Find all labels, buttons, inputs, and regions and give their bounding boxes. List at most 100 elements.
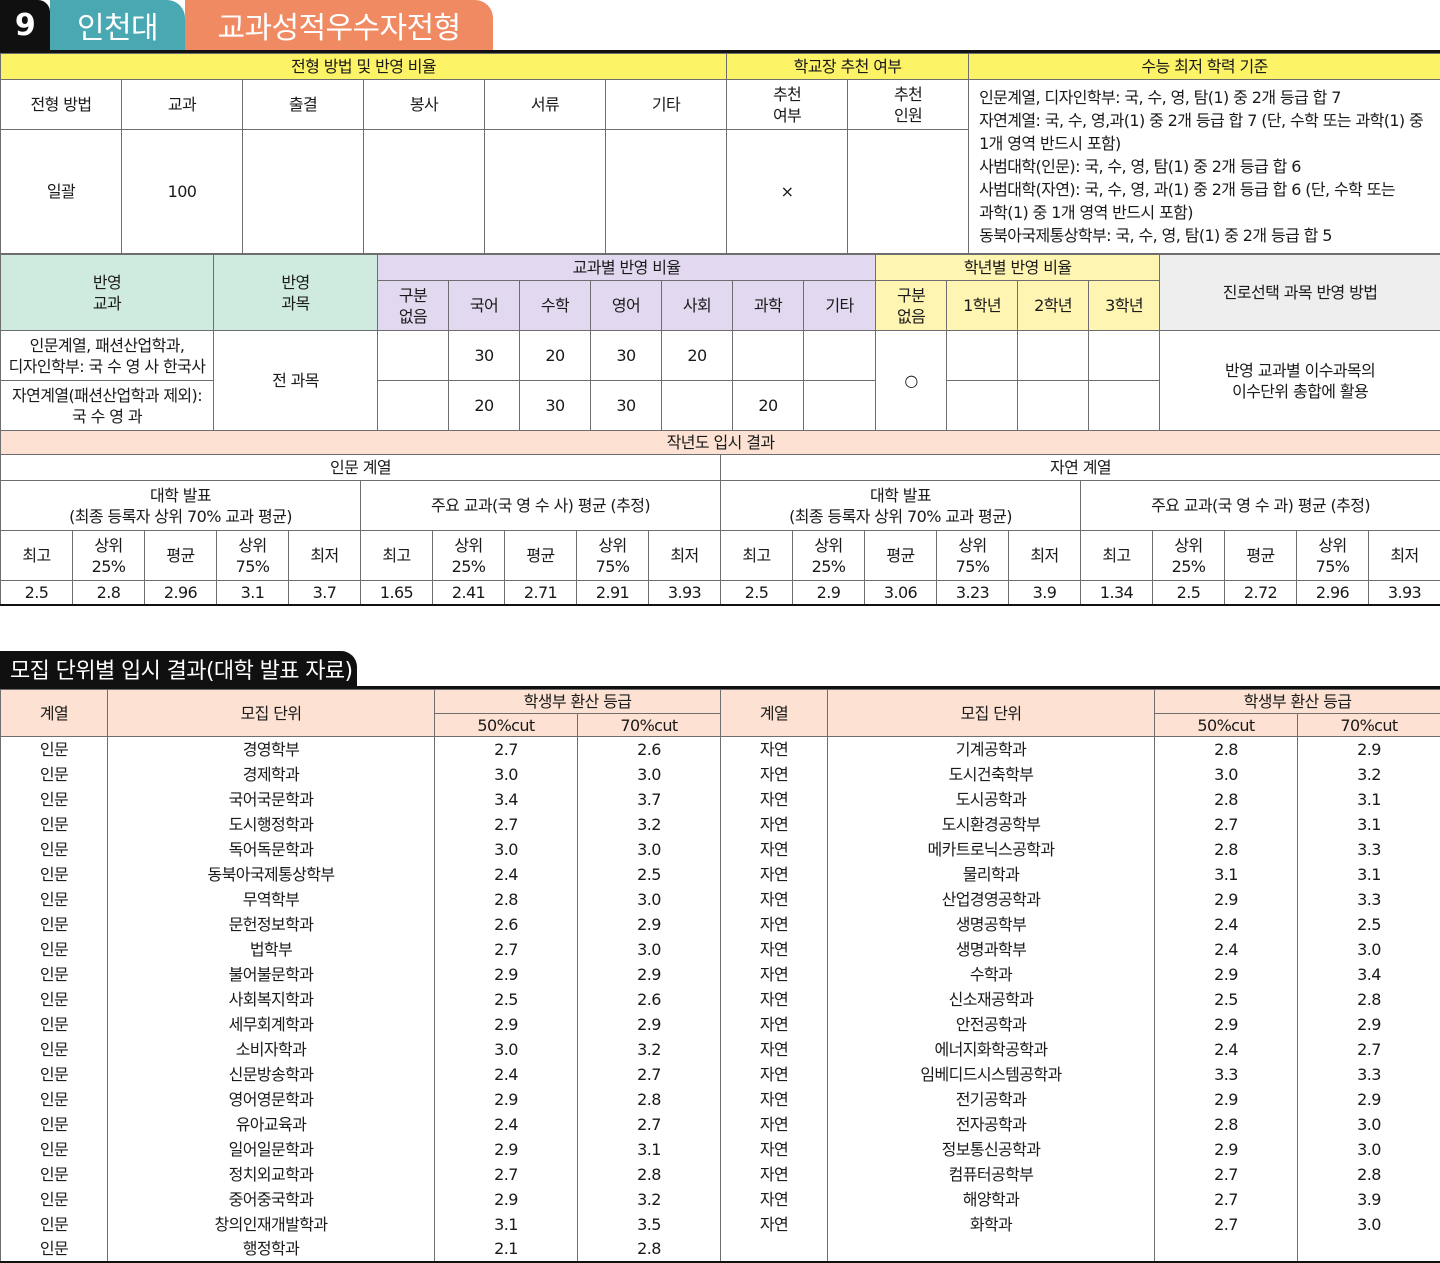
h-korean: 국어 — [448, 280, 520, 331]
unit-cell: 경영학부 — [107, 736, 435, 762]
table-row: 인문 국어국문학과 3.4 3.7 — [0, 786, 721, 812]
sci-main-avg: 주요 교과(국 영 수 과) 평균 (추정) — [1079, 480, 1440, 531]
table-row: 자연 생명과학부 2.4 3.0 — [720, 936, 1440, 962]
h-50cut: 50%cut — [434, 713, 578, 737]
stat-value: 3.23 — [936, 580, 1009, 606]
field-cell: 자연 — [720, 1211, 828, 1237]
hum-main-avg: 주요 교과(국 영 수 사) 평균 (추정) — [360, 480, 721, 531]
h-stat-min: 최저 — [648, 530, 721, 581]
table-row: 인문 세무회계학과 2.9 2.9 — [0, 1011, 721, 1037]
h-grade: 학생부 환산 등급 — [1154, 689, 1440, 714]
grade-cell — [1017, 330, 1090, 381]
unit-cell: 도시환경공학부 — [827, 811, 1155, 837]
cut70-cell: 3.0 — [577, 761, 721, 787]
cut70-cell: 2.9 — [577, 911, 721, 937]
cut70-cell: 3.4 — [1297, 961, 1440, 987]
cut50-cell: 2.4 — [1154, 936, 1298, 962]
h-grade-3: 3학년 — [1088, 280, 1161, 331]
method-group-header: 전형 방법 및 반영 비율 — [0, 53, 728, 80]
unit-cell: 법학부 — [107, 936, 435, 962]
h-stat-avg: 평균 — [504, 530, 577, 581]
cut70-cell: 3.1 — [1297, 786, 1440, 812]
table-row: 인문 일어일문학과 2.9 3.1 — [0, 1136, 721, 1162]
cut50-cell: 3.4 — [434, 786, 578, 812]
stat-value: 3.7 — [288, 580, 361, 606]
cut50-cell: 3.3 — [1154, 1061, 1298, 1087]
field-cell: 자연 — [720, 786, 828, 812]
unit-cell: 독어독문학과 — [107, 836, 435, 862]
table-row: 인문 유아교육과 2.4 2.7 — [0, 1111, 721, 1137]
unit-cell: 정치외교학과 — [107, 1161, 435, 1187]
cut70-cell: 3.2 — [1297, 761, 1440, 787]
stat-value: 2.41 — [432, 580, 505, 606]
cut50-cell: 2.7 — [434, 1161, 578, 1187]
csat-line: 사범대학(자연): 국, 수, 영, 과(1) 중 2개 등급 합 6 (단, … — [979, 180, 1396, 199]
field-cell: 자연 — [720, 1136, 828, 1162]
h-grade-2: 2학년 — [1017, 280, 1090, 331]
other-value — [604, 129, 728, 254]
stat-value: 2.71 — [504, 580, 577, 606]
cut70-cell: 3.3 — [1297, 886, 1440, 912]
h-field: 계열 — [720, 689, 828, 737]
cut50-cell: 2.9 — [434, 1086, 578, 1112]
col-subject: 교과 — [121, 79, 243, 130]
unit-cell: 문헌정보학과 — [107, 911, 435, 937]
unit-cell: 물리학과 — [827, 861, 1155, 887]
field-cell: 자연 — [720, 736, 828, 762]
cut70-cell: 3.1 — [577, 1136, 721, 1162]
reflect-table: 반영 교과 반영 과목 교과별 반영 비율 학년별 반영 비율 진로선택 과목 반영… — [0, 254, 1440, 431]
h-stat-top25: 상위 25% — [792, 530, 865, 581]
stat-value: 3.06 — [864, 580, 937, 606]
table-row: 자연 도시공학과 2.8 3.1 — [720, 786, 1440, 812]
field-cell: 인문 — [0, 736, 108, 762]
grade-cell — [1017, 380, 1090, 431]
stat-value: 2.91 — [576, 580, 649, 606]
cut70-cell: 2.6 — [577, 986, 721, 1012]
grade-none-mark: ○ — [875, 330, 948, 431]
field-cell: 인문 — [0, 861, 108, 887]
cut70-cell: 2.5 — [577, 861, 721, 887]
h-stat-top75: 상위 75% — [936, 530, 1009, 581]
field-cell: 인문 — [0, 836, 108, 862]
unit-cell: 에너지화학공학과 — [827, 1036, 1155, 1062]
field-cell: 자연 — [720, 1061, 828, 1087]
unit-cell: 전기공학과 — [827, 1086, 1155, 1112]
table-row: 인문 사회복지학과 2.5 2.6 — [0, 986, 721, 1012]
col-attendance: 출결 — [242, 79, 364, 130]
h-unit: 모집 단위 — [827, 689, 1155, 737]
stat-value: 2.5 — [0, 580, 73, 606]
cut70-cell: 3.9 — [1297, 1186, 1440, 1212]
cut50-cell: 2.7 — [434, 736, 578, 762]
cut70-cell: 3.0 — [577, 836, 721, 862]
h-stat-min: 최저 — [1008, 530, 1081, 581]
field-cell: 자연 — [720, 1161, 828, 1187]
unit-cell: 정보통신공학과 — [827, 1136, 1155, 1162]
table-row: 자연 수학과 2.9 3.4 — [720, 961, 1440, 987]
cut50-cell: 2.8 — [434, 886, 578, 912]
field-cell: 인문 — [0, 1061, 108, 1087]
stat-value: 3.93 — [1367, 580, 1440, 606]
field-cell: 자연 — [720, 1111, 828, 1137]
documents-value — [484, 129, 606, 254]
cut50-cell: 2.5 — [1154, 986, 1298, 1012]
unit-cell — [827, 1236, 1155, 1263]
cut70-cell: 3.0 — [1297, 1111, 1440, 1137]
career-method-value: 반영 교과별 이수과목의 이수단위 총합에 활용 — [1159, 330, 1440, 431]
h-career-method: 진로선택 과목 반영 방법 — [1159, 254, 1440, 331]
field-cell: 인문 — [0, 1036, 108, 1062]
h-stat-max: 최고 — [1080, 530, 1153, 581]
ratio-cell — [377, 330, 449, 381]
cut50-cell: 2.8 — [1154, 736, 1298, 762]
grade-cell — [946, 380, 1019, 431]
h-subject-ratio: 교과별 반영 비율 — [376, 254, 877, 281]
cut70-cell: 3.7 — [577, 786, 721, 812]
cut50-cell: 2.9 — [434, 1186, 578, 1212]
h-stat-min: 최저 — [288, 530, 361, 581]
field-cell: 인문 — [0, 786, 108, 812]
stat-value: 2.96 — [144, 580, 217, 606]
unit-cell: 도시공학과 — [827, 786, 1155, 812]
field-cell: 인문 — [0, 1211, 108, 1237]
cut50-cell: 2.9 — [1154, 961, 1298, 987]
field-cell: 인문 — [0, 1161, 108, 1187]
unit-results-right-table: 계열 모집 단위 학생부 환산 등급 50%cut 70%cut 자연 기계공학과… — [720, 689, 1440, 1263]
